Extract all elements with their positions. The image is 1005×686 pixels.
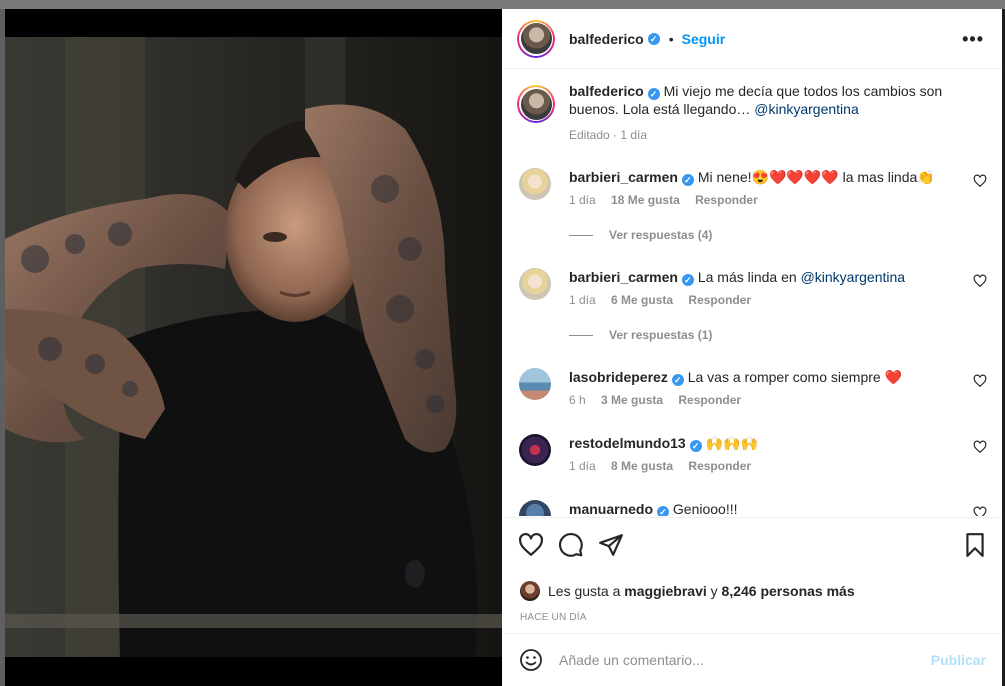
heart-icon[interactable] — [973, 440, 987, 454]
comment-text: barbieri_carmen ✓ La más linda en @kinkya… — [569, 268, 905, 286]
verified-icon: ✓ — [671, 374, 684, 386]
comment-body: Geniooo!!! — [672, 501, 738, 516]
comment-time: 1 día — [569, 459, 596, 473]
comment-text: manuarnedo ✓ Geniooo!!! — [569, 500, 738, 516]
caption-mention[interactable]: @kinkyargentina — [754, 101, 859, 117]
replies-line — [569, 334, 593, 336]
comment-username[interactable]: restodelmundo13 — [569, 435, 686, 451]
comment-body: 🙌🙌🙌 — [705, 435, 758, 451]
reply-button[interactable]: Responder — [695, 193, 758, 207]
more-icon[interactable]: ••• — [962, 29, 984, 50]
comment-time: 1 día — [569, 293, 596, 307]
heart-icon[interactable] — [973, 174, 987, 188]
comment-item: barbieri_carmen ✓ La más linda en @kinkya… — [517, 268, 987, 342]
comment-time: 1 día — [569, 193, 596, 207]
caption-username[interactable]: balfederico — [569, 83, 644, 99]
verified-icon: ✓ — [647, 32, 660, 45]
heart-icon[interactable] — [973, 274, 987, 288]
reply-button[interactable]: Responder — [688, 459, 751, 473]
verified-icon: ✓ — [681, 274, 694, 286]
comment-text: barbieri_carmen ✓ Mi nene!😍❤️❤️❤️❤️ la ma… — [569, 168, 935, 186]
window-frame: balfederico ✓ • Seguir ••• balfederico ✓ … — [0, 0, 1005, 686]
verified-icon: ✓ — [647, 88, 660, 100]
comment-body: La vas a romper como siempre ❤️ — [687, 369, 903, 385]
comments-list[interactable]: balfederico ✓ Mi viejo me decía que todos… — [502, 70, 1002, 516]
verified-icon: ✓ — [681, 174, 694, 186]
likes-count[interactable]: 8,246 personas más — [722, 583, 855, 599]
author-username[interactable]: balfederico — [569, 31, 644, 47]
post-actions: Les gusta a maggiebravi y 8,246 personas… — [502, 517, 1002, 623]
replies-line — [569, 234, 593, 236]
view-replies-button[interactable]: Ver respuestas (1) — [569, 328, 712, 342]
comment-meta: 6 h 3 Me gusta Responder — [569, 393, 753, 407]
post-time[interactable]: HACE UN DÍA — [520, 612, 587, 623]
liker-username[interactable]: maggiebravi — [624, 583, 706, 599]
comment-likes[interactable]: 3 Me gusta — [601, 393, 663, 407]
view-replies-label: Ver respuestas (4) — [609, 228, 713, 242]
heart-icon[interactable] — [518, 532, 544, 558]
comment-avatar[interactable] — [519, 434, 551, 466]
reply-button[interactable]: Responder — [678, 393, 741, 407]
view-replies-button[interactable]: Ver respuestas (4) — [569, 228, 712, 242]
view-replies-label: Ver respuestas (1) — [609, 328, 713, 342]
verified-icon: ✓ — [689, 440, 702, 452]
comment-item: manuarnedo ✓ Geniooo!!! — [517, 500, 987, 516]
heart-icon[interactable] — [973, 374, 987, 388]
comment-text: restodelmundo13 ✓ 🙌🙌🙌 — [569, 434, 758, 452]
comment-body: Mi nene!😍❤️❤️❤️❤️ la mas linda👏 — [697, 169, 935, 185]
comment-body: La más linda en — [697, 269, 801, 285]
author-avatar[interactable] — [517, 19, 555, 58]
comment-input[interactable] — [559, 648, 919, 672]
comment-meta: 1 día 8 Me gusta Responder — [569, 459, 763, 473]
emoji-icon[interactable] — [519, 648, 543, 672]
comment-mention[interactable]: @kinkyargentina — [801, 269, 906, 285]
likes-prefix: Les gusta a — [548, 583, 621, 599]
add-comment-bar: Publicar — [502, 633, 1002, 686]
comment-item: restodelmundo13 ✓ 🙌🙌🙌 1 día 8 Me gusta Re… — [517, 434, 987, 494]
separator: • — [668, 30, 674, 47]
publish-button[interactable]: Publicar — [931, 652, 986, 668]
post-header: balfederico ✓ • Seguir ••• — [502, 9, 1002, 69]
comment-avatar[interactable] — [519, 368, 551, 400]
caption-text: balfederico ✓ Mi viejo me decía que todos… — [569, 82, 979, 118]
caption-meta: Editado · 1 día — [569, 128, 648, 142]
comment-item: barbieri_carmen ✓ Mi nene!😍❤️❤️❤️❤️ la ma… — [517, 168, 987, 242]
comment-item: lasobrideperez ✓ La vas a romper como sie… — [517, 368, 987, 428]
post-details-panel: balfederico ✓ • Seguir ••• balfederico ✓ … — [502, 9, 1002, 686]
comment-username[interactable]: lasobrideperez — [569, 369, 668, 385]
comment-username[interactable]: manuarnedo — [569, 501, 653, 516]
comment-avatar[interactable] — [519, 168, 551, 200]
comment-username[interactable]: barbieri_carmen — [569, 269, 678, 285]
comment-text: lasobrideperez ✓ La vas a romper como sie… — [569, 368, 902, 386]
top-strip — [0, 0, 1005, 9]
comment-likes[interactable]: 8 Me gusta — [611, 459, 673, 473]
comment-likes[interactable]: 6 Me gusta — [611, 293, 673, 307]
comment-icon[interactable] — [558, 532, 584, 558]
comment-avatar[interactable] — [519, 500, 551, 516]
share-icon[interactable] — [598, 532, 624, 558]
post-photo[interactable] — [5, 9, 502, 686]
verified-icon: ✓ — [657, 506, 670, 516]
likes-middle: y — [710, 583, 718, 599]
post-photo-image — [5, 9, 502, 686]
heart-icon[interactable] — [973, 506, 987, 516]
comment-meta: 1 día 6 Me gusta Responder — [569, 293, 763, 307]
comment-avatar[interactable] — [519, 268, 551, 300]
follow-button[interactable]: Seguir — [682, 31, 726, 47]
comment-likes[interactable]: 18 Me gusta — [611, 193, 680, 207]
liker-avatar[interactable] — [520, 581, 540, 601]
bookmark-icon[interactable] — [962, 532, 988, 558]
comment-username[interactable]: barbieri_carmen — [569, 169, 678, 185]
comment-time: 6 h — [569, 393, 586, 407]
likes-summary: Les gusta a maggiebravi y 8,246 personas… — [520, 581, 855, 601]
comment-meta: 1 día 18 Me gusta Responder — [569, 193, 770, 207]
reply-button[interactable]: Responder — [688, 293, 751, 307]
caption-avatar[interactable] — [517, 85, 555, 123]
